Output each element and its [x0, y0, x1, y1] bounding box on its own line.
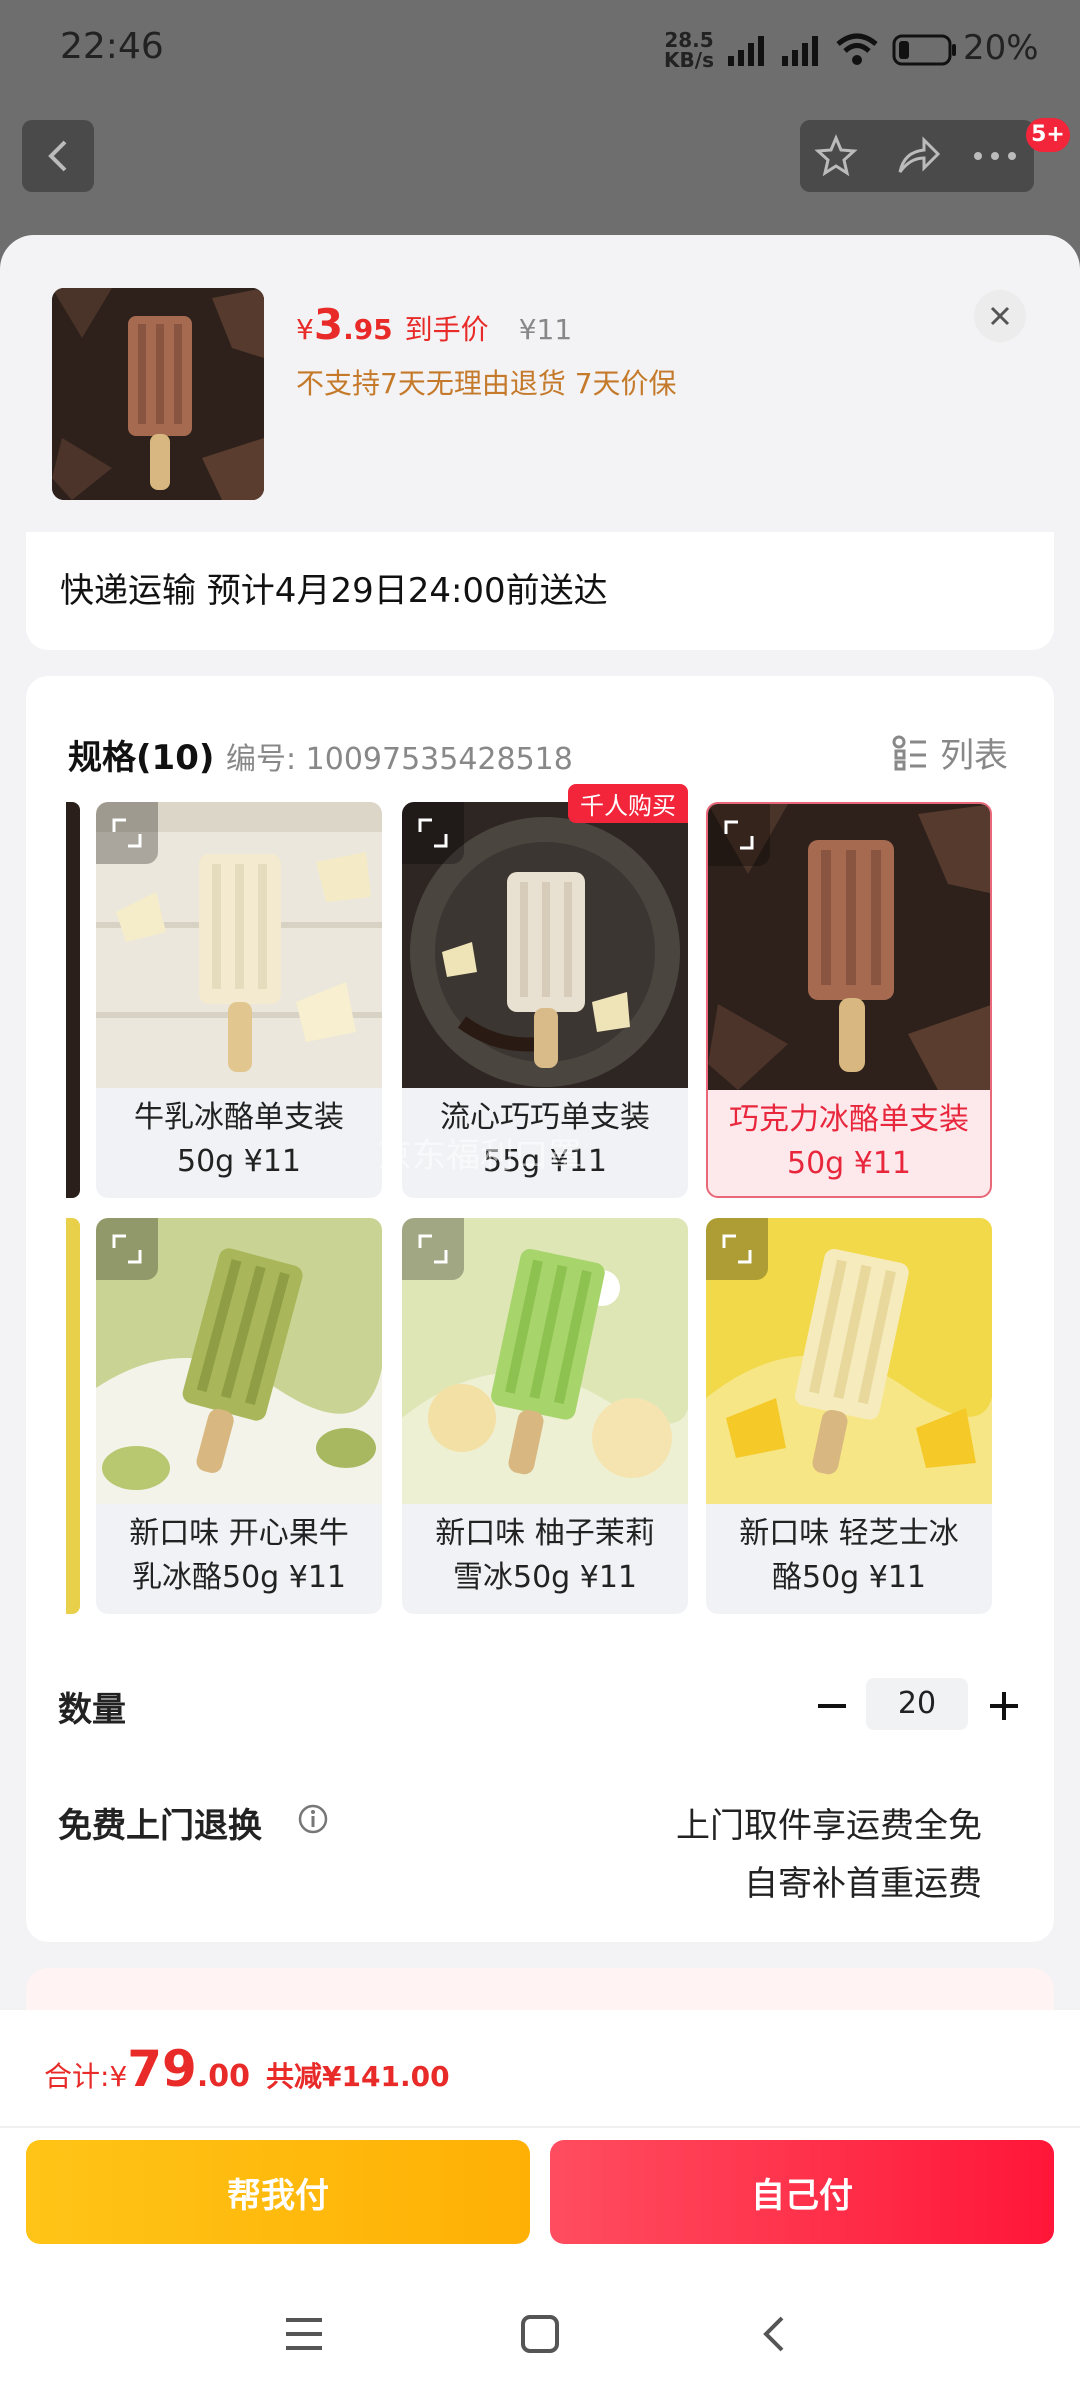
spec-option-image — [96, 1218, 382, 1504]
spec-option-cheese[interactable]: 新口味 轻芝士冰 酪50g ¥11 — [706, 1218, 992, 1614]
close-icon — [990, 306, 1010, 326]
total-label: 合计: — [44, 2060, 110, 2093]
back-nav-icon[interactable] — [758, 2314, 788, 2354]
back-button[interactable] — [22, 120, 94, 192]
list-label: 列表 — [940, 736, 1008, 776]
quantity-label: 数量 — [58, 1690, 126, 1730]
spec-option-milk[interactable]: 牛乳冰酪单支装 50g ¥11 — [96, 802, 382, 1198]
spec-option-name: 牛乳冰酪单支装 — [134, 1100, 344, 1135]
home-icon[interactable] — [520, 2314, 560, 2354]
return-detail-1: 上门取件享运费全免 — [676, 1806, 982, 1846]
list-view-toggle[interactable]: 列表 — [892, 728, 1008, 777]
more-icon[interactable] — [972, 146, 1018, 166]
spec-option-label: 牛乳冰酪单支装 50g ¥11 — [96, 1088, 382, 1184]
info-icon[interactable] — [296, 1802, 330, 1836]
spec-option-label: 新口味 轻芝士冰 酪50g ¥11 — [706, 1504, 992, 1600]
free-return-label: 免费上门退换 — [58, 1806, 262, 1846]
spec-option-image — [402, 802, 688, 1088]
wifi-icon — [836, 33, 878, 65]
network-speed: 28.5 KB/s — [664, 30, 714, 70]
spec-option-price: 50g ¥11 — [176, 1144, 301, 1179]
return-detail-2: 自寄补首重运费 — [744, 1864, 982, 1904]
cell-signal-2-icon — [782, 36, 818, 66]
menu-icon[interactable] — [284, 2316, 324, 2352]
spec-option-name: 新口味 轻芝士冰 — [739, 1516, 959, 1551]
self-pay-button[interactable]: 自己付 — [550, 2140, 1054, 2244]
net-speed-value: 28.5 — [664, 28, 714, 52]
expand-icon[interactable] — [402, 1218, 464, 1280]
close-button[interactable] — [974, 290, 1026, 342]
top-actions — [800, 120, 1034, 192]
partial-tile-edge — [66, 1218, 80, 1614]
spec-option-name: 新口味 柚子茉莉 — [435, 1516, 655, 1551]
spec-option-image — [708, 804, 990, 1090]
status-time: 22:46 — [60, 26, 164, 67]
share-icon[interactable] — [894, 134, 942, 178]
expand-icon[interactable] — [96, 1218, 158, 1280]
spec-option-grapefruit-jasmine[interactable]: 新口味 柚子茉莉 雪冰50g ¥11 — [402, 1218, 688, 1614]
partial-tile-edge — [66, 802, 80, 1198]
minus-icon[interactable] — [812, 1686, 852, 1726]
chocolate-popsicle-image — [52, 288, 264, 500]
quantity-input[interactable]: 20 — [866, 1678, 968, 1730]
total-line: 合计: ¥ 79 .00 共减¥141.00 — [44, 2040, 450, 2098]
list-icon — [892, 735, 926, 770]
system-nav-bar — [0, 2270, 1080, 2400]
spec-number: 编号: 10097535428518 — [226, 742, 573, 777]
spec-title: 规格(10) — [68, 738, 215, 778]
expand-icon[interactable] — [96, 802, 158, 864]
popular-tag: 千人购买 — [568, 784, 688, 823]
spec-option-image — [96, 802, 382, 1088]
price-line: ¥ 3 .95 到手价 ¥11 — [296, 300, 572, 349]
spec-option-chocolate-selected[interactable]: 巧克力冰酪单支装 50g ¥11 — [706, 802, 992, 1198]
total-integer: 79 — [127, 2040, 197, 2098]
plus-icon[interactable] — [984, 1686, 1024, 1726]
battery-icon — [892, 34, 956, 66]
price-label: 到手价 — [404, 313, 489, 346]
watermark: 京东福利口罩 — [378, 1136, 582, 1176]
total-decimal: .00 — [196, 2059, 251, 2094]
spec-option-label: 新口味 柚子茉莉 雪冰50g ¥11 — [402, 1504, 688, 1600]
spec-option-name: 巧克力冰酪单支装 — [729, 1102, 969, 1137]
expand-icon[interactable] — [402, 802, 464, 864]
chevron-left-icon — [48, 140, 67, 172]
notification-badge: 5+ — [1026, 118, 1070, 152]
spec-option-price: 雪冰50g ¥11 — [452, 1560, 637, 1595]
expand-icon[interactable] — [706, 1218, 768, 1280]
return-policy: 不支持7天无理由退货 7天价保 — [296, 367, 677, 400]
spec-option-price: 酪50g ¥11 — [771, 1560, 926, 1595]
spec-option-price: 乳冰酪50g ¥11 — [131, 1560, 346, 1595]
price-symbol: ¥ — [296, 313, 314, 346]
total-savings: 共减¥141.00 — [266, 2060, 450, 2093]
product-thumbnail — [52, 288, 264, 500]
battery-percent: 20% — [963, 28, 1039, 68]
spec-option-pistachio[interactable]: 新口味 开心果牛 乳冰酪50g ¥11 — [96, 1218, 382, 1614]
spec-option-label: 新口味 开心果牛 乳冰酪50g ¥11 — [96, 1504, 382, 1600]
original-price: ¥11 — [518, 313, 573, 346]
spec-option-label: 巧克力冰酪单支装 50g ¥11 — [708, 1090, 990, 1186]
spec-option-name: 新口味 开心果牛 — [129, 1516, 349, 1551]
spec-option-image — [706, 1218, 992, 1504]
expand-icon[interactable] — [708, 804, 770, 866]
divider — [0, 2126, 1080, 2128]
help-pay-button[interactable]: 帮我付 — [26, 2140, 530, 2244]
shipping-text: 快递运输 预计4月29日24:00前送达 — [60, 571, 608, 611]
star-icon[interactable] — [814, 134, 858, 178]
spec-option-price: 50g ¥11 — [786, 1146, 911, 1181]
cell-signal-icon — [728, 36, 764, 66]
price-integer: 3 — [313, 300, 344, 349]
total-symbol: ¥ — [109, 2060, 128, 2093]
price-decimal: .95 — [343, 313, 393, 346]
spec-option-image — [402, 1218, 688, 1504]
net-speed-unit: KB/s — [664, 48, 714, 72]
